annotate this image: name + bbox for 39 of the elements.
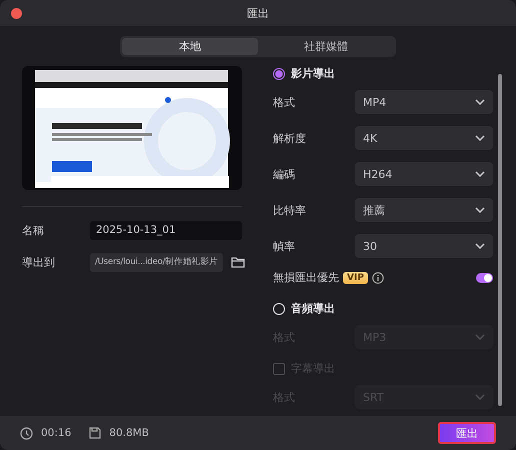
chevron-icon xyxy=(475,394,485,400)
setting-label: 幀率 xyxy=(273,238,296,254)
file-size-text: 80.8MB xyxy=(109,427,149,439)
folder-icon[interactable] xyxy=(231,256,245,268)
name-field[interactable]: 2025-10-13_01 xyxy=(90,220,242,240)
window-title: 匯出 xyxy=(247,6,269,20)
info-icon[interactable] xyxy=(372,272,384,284)
dropdown[interactable]: H264 xyxy=(355,162,493,186)
close-button[interactable] xyxy=(11,8,22,19)
setting-label: 無損匯出優先 xyxy=(273,270,339,285)
section-label: 音頻導出 xyxy=(291,301,335,316)
save-icon xyxy=(89,427,102,439)
tab[interactable]: 社群媒體 xyxy=(258,38,394,55)
radio-button[interactable] xyxy=(273,68,285,80)
setting-label: 編碼 xyxy=(273,166,296,182)
setting-label: 比特率 xyxy=(273,202,307,218)
dropdown[interactable]: MP4 xyxy=(355,90,493,114)
setting-label: 格式 xyxy=(273,94,296,110)
dropdown[interactable]: 推薦 xyxy=(355,198,493,222)
toggle-switch[interactable] xyxy=(476,272,493,282)
export-button[interactable]: 匯出 xyxy=(438,422,496,444)
scrollbar[interactable] xyxy=(498,74,502,406)
field-label: 導出到 xyxy=(22,254,56,270)
chevron-icon xyxy=(475,135,485,141)
clock-icon xyxy=(20,426,33,440)
chevron-icon xyxy=(475,171,485,177)
dropdown[interactable]: 30 xyxy=(355,234,493,258)
chevron-icon xyxy=(475,334,485,340)
path-field[interactable]: /Users/loui...ideo/制作婚礼影片 xyxy=(90,252,223,272)
chevron-icon xyxy=(475,99,485,105)
chevron-icon xyxy=(475,207,485,213)
chevron-icon xyxy=(475,243,485,249)
duration-text: 00:16 xyxy=(41,427,72,439)
setting-label: 解析度 xyxy=(273,130,307,146)
field-label: 名稱 xyxy=(22,222,45,238)
tab[interactable]: 本地 xyxy=(122,38,258,55)
section-label: 影片導出 xyxy=(291,66,335,81)
vip-badge: VIP xyxy=(343,272,368,284)
dropdown[interactable]: 4K xyxy=(355,126,493,150)
